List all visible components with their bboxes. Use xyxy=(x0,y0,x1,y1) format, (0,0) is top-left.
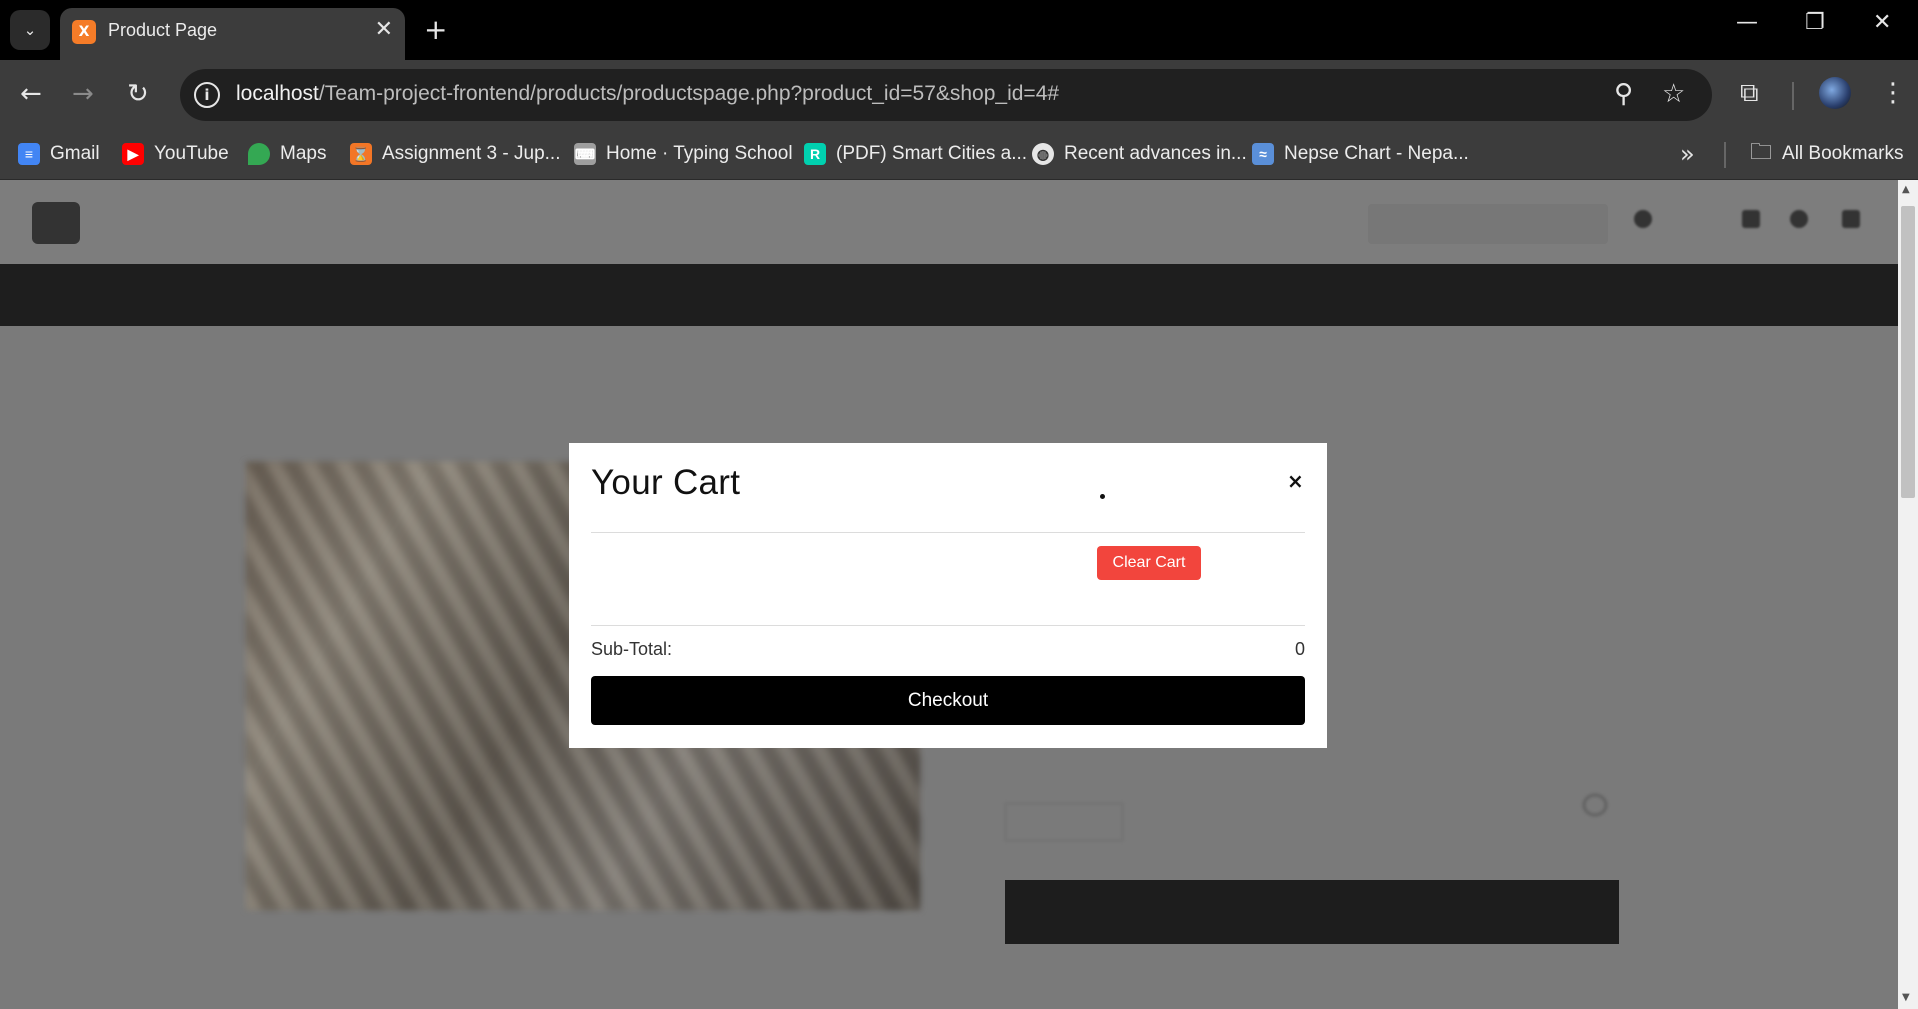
site-info-icon[interactable]: i xyxy=(194,82,220,108)
browser-toolbar: ← → ↻ i localhost/Team-project-frontend/… xyxy=(0,60,1918,128)
cart-divider-top xyxy=(591,532,1305,533)
tab-strip: ⌄ X Product Page ✕ + — ❐ ✕ xyxy=(0,0,1918,60)
bookmark-gmail[interactable]: ≡ Gmail xyxy=(18,138,100,170)
subtotal-label: Sub-Total: xyxy=(591,639,673,659)
gmail-icon: ≡ xyxy=(18,143,40,165)
bookmark-assignment[interactable]: ⌛ Assignment 3 - Jup... xyxy=(350,138,560,170)
checkout-button[interactable]: Checkout xyxy=(591,676,1305,725)
cart-title: Your Cart xyxy=(591,463,741,502)
close-icon[interactable]: × xyxy=(1287,469,1304,493)
typing-icon: ⌨ xyxy=(574,143,596,165)
cart-modal: Your Cart × Clear Cart Sub-Total: 0 Chec… xyxy=(569,443,1327,748)
forward-icon[interactable]: → xyxy=(72,78,94,110)
site-nav-bar xyxy=(0,264,1898,326)
xampp-favicon-icon: X xyxy=(72,20,96,44)
browser-tab[interactable]: X Product Page ✕ xyxy=(60,8,405,60)
maps-icon xyxy=(248,143,270,165)
site-header xyxy=(0,180,1898,264)
all-bookmarks[interactable]: 🗀 All Bookmarks xyxy=(1750,138,1903,170)
bookmark-typing-school[interactable]: ⌨ Home · Typing School xyxy=(574,138,793,170)
site-cart-icon xyxy=(1842,210,1860,228)
scroll-down-icon[interactable]: ▼ xyxy=(1902,992,1910,1003)
bookmark-youtube[interactable]: ▶ YouTube xyxy=(122,138,229,170)
quantity-stepper xyxy=(1005,803,1123,841)
zoom-icon[interactable]: ⚲ xyxy=(1614,79,1633,109)
globe-icon: ◍ xyxy=(1032,143,1054,165)
add-to-cart-button xyxy=(1005,880,1619,944)
site-search-input xyxy=(1368,204,1608,244)
subtotal-value: 0 xyxy=(1294,639,1305,659)
page-scrollbar[interactable]: ▲ ▼ xyxy=(1898,180,1918,1009)
site-logo xyxy=(32,202,80,244)
menu-kebab-icon[interactable]: ⋮ xyxy=(1880,78,1906,108)
scroll-up-icon[interactable]: ▲ xyxy=(1902,184,1910,195)
page-viewport: ▲ ▼ Your Cart × Clear Cart Sub-Total: 0 … xyxy=(0,180,1918,1009)
extensions-icon[interactable]: ⧉ xyxy=(1740,78,1759,109)
site-user-icon xyxy=(1790,210,1808,228)
toolbar-divider xyxy=(1792,82,1794,110)
clear-cart-button[interactable]: Clear Cart xyxy=(1097,546,1201,580)
reload-icon[interactable]: ↻ xyxy=(127,78,149,110)
chevron-double-right-icon[interactable]: » xyxy=(1680,140,1695,168)
tab-title: Product Page xyxy=(108,20,218,40)
site-wishlist-icon xyxy=(1742,210,1760,228)
bookmark-nepse[interactable]: ≈ Nepse Chart - Nepa... xyxy=(1252,138,1469,170)
address-bar[interactable]: i localhost/Team-project-frontend/produc… xyxy=(180,69,1712,121)
tab-close-icon[interactable]: ✕ xyxy=(375,17,393,42)
cart-divider-bottom xyxy=(591,625,1305,626)
profile-avatar[interactable] xyxy=(1819,77,1851,109)
bookmark-star-icon[interactable]: ☆ xyxy=(1662,79,1685,109)
new-tab-icon[interactable]: + xyxy=(424,12,447,48)
restore-icon[interactable]: ❐ xyxy=(1805,10,1825,35)
bookmark-maps[interactable]: Maps xyxy=(248,138,326,170)
jupyter-icon: ⌛ xyxy=(350,143,372,165)
bookmarks-bar: ≡ Gmail ▶ YouTube Maps ⌛ Assignment 3 - Jup… xyxy=(0,128,1918,180)
minimize-icon[interactable]: — xyxy=(1736,10,1758,35)
window-close-icon[interactable]: ✕ xyxy=(1873,10,1891,35)
chevron-down-icon: ⌄ xyxy=(23,21,37,39)
tab-search-button[interactable]: ⌄ xyxy=(10,10,50,50)
bookmarks-divider xyxy=(1724,142,1726,168)
site-search-icon xyxy=(1634,210,1652,228)
scroll-thumb[interactable] xyxy=(1901,206,1915,498)
bookmark-recent-advances[interactable]: ◍ Recent advances in... xyxy=(1032,138,1247,170)
heart-icon xyxy=(1583,794,1607,816)
researchgate-icon: R xyxy=(804,143,826,165)
bookmark-smart-cities[interactable]: R (PDF) Smart Cities a... xyxy=(804,138,1027,170)
cart-dot xyxy=(1100,494,1105,499)
folder-icon: 🗀 xyxy=(1750,139,1773,164)
url-text[interactable]: localhost/Team-project-frontend/products… xyxy=(236,82,1059,106)
nepse-icon: ≈ xyxy=(1252,143,1274,165)
youtube-icon: ▶ xyxy=(122,143,144,165)
back-icon[interactable]: ← xyxy=(20,78,42,110)
